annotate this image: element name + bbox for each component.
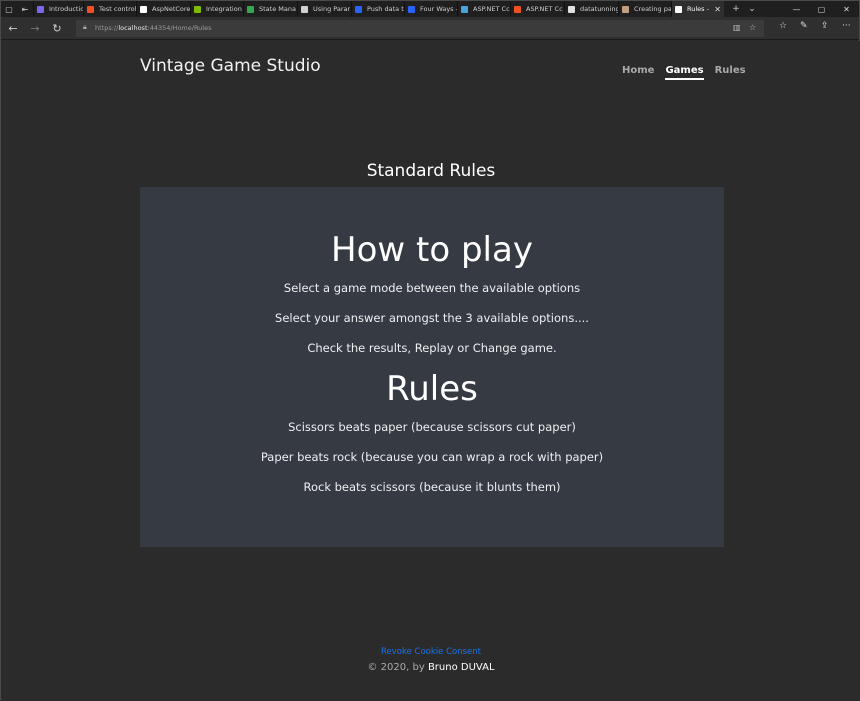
- tab-favicon-icon: [461, 5, 468, 13]
- author-name: Bruno DUVAL: [427, 662, 495, 673]
- tab-favicon-icon: [568, 5, 575, 13]
- copyright-prefix: © 2020, by: [367, 662, 425, 673]
- tab-label: ASP.NET Cc: [473, 5, 510, 13]
- tab-favicon-icon: [622, 5, 629, 13]
- site-brand[interactable]: Vintage Game Studio: [140, 56, 321, 76]
- tab-label: Integration: [206, 5, 242, 13]
- set-tabs-aside-icon[interactable]: ⇤: [17, 5, 33, 14]
- tab-label: Introductio: [49, 5, 83, 13]
- how-line-3: Check the results, Replay or Change game…: [307, 341, 557, 355]
- refresh-icon[interactable]: ↻: [47, 19, 67, 37]
- url-path: :44354/Home/Rules: [147, 24, 212, 32]
- tab-6[interactable]: Push data t: [351, 1, 404, 17]
- pen-icon[interactable]: ✎: [800, 21, 808, 31]
- tab-label: Four Ways -: [420, 5, 457, 13]
- web-page: Vintage Game Studio Home Games Rules Sta…: [2, 41, 860, 701]
- tab-4[interactable]: State Mana: [243, 1, 297, 17]
- tab-favicon-icon: [675, 5, 682, 13]
- tab-label: Using Parar: [313, 5, 351, 13]
- tab-12-active[interactable]: Rules - ✕: [671, 1, 724, 17]
- tab-label: AspNetCore: [152, 5, 190, 13]
- maximize-icon[interactable]: ▢: [809, 1, 834, 17]
- how-to-play-heading: How to play: [331, 230, 533, 270]
- tab-favicon-icon: [194, 5, 201, 13]
- tab-label: Push data t: [367, 5, 404, 13]
- tab-label: State Mana: [259, 5, 296, 13]
- copyright-text: © 2020, by Bruno DUVAL: [2, 662, 860, 673]
- rules-heading: Rules: [386, 369, 478, 409]
- tab-bar: ▢ ⇤ Introductio Test control AspNetCore …: [1, 1, 859, 17]
- rule-line-1: Scissors beats paper (because scissors c…: [288, 420, 576, 434]
- url-input[interactable]: 🔒︎ https://localhost:44354/Home/Rules ▥ …: [76, 20, 764, 37]
- tab-label: Rules -: [687, 5, 709, 13]
- lock-icon: 🔒︎: [83, 23, 87, 31]
- tab-favicon-icon: [87, 5, 94, 13]
- tab-favicon-icon: [247, 5, 254, 13]
- tabs-aside-icon[interactable]: ▢: [1, 5, 17, 14]
- address-bar: ← → ↻ 🔒︎ https://localhost:44354/Home/Ru…: [1, 17, 859, 40]
- tab-5[interactable]: Using Parar: [297, 1, 351, 17]
- minimize-icon[interactable]: —: [784, 1, 809, 17]
- rules-panel: How to play Select a game mode between t…: [140, 187, 724, 547]
- forward-icon[interactable]: →: [25, 19, 45, 37]
- nav-rules-link[interactable]: Rules: [715, 65, 746, 80]
- tab-actions: ▢ ⇤: [1, 1, 33, 17]
- tab-favicon-icon: [140, 5, 147, 13]
- tab-favicon-icon: [514, 5, 521, 13]
- tab-9[interactable]: ASP.NET Cc: [510, 1, 564, 17]
- close-window-icon[interactable]: ✕: [834, 1, 859, 17]
- tab-11[interactable]: Creating pa: [618, 1, 671, 17]
- url-scheme: https://: [95, 24, 119, 32]
- close-tab-icon[interactable]: ✕: [714, 5, 721, 14]
- tab-favicon-icon: [301, 5, 308, 13]
- section-title: Standard Rules: [366, 161, 496, 181]
- back-icon[interactable]: ←: [3, 19, 23, 37]
- share-icon[interactable]: ⇪: [821, 21, 829, 31]
- nav-games-link[interactable]: Games: [665, 65, 704, 80]
- tab-bar-actions: + ⌄: [728, 1, 760, 17]
- rule-line-3: Rock beats scissors (because it blunts t…: [303, 480, 561, 494]
- new-tab-icon[interactable]: +: [728, 4, 744, 14]
- favorites-icon[interactable]: ☆: [779, 21, 787, 31]
- tab-label: Creating pa: [634, 5, 671, 13]
- site-nav: Home Games Rules: [622, 65, 757, 80]
- tab-label: ASP.NET Cc: [526, 5, 563, 13]
- how-line-1: Select a game mode between the available…: [283, 281, 581, 295]
- page-footer: Revoke Cookie Consent © 2020, by Bruno D…: [2, 647, 860, 673]
- tab-2[interactable]: AspNetCore: [136, 1, 190, 17]
- tab-favicon-icon: [408, 5, 415, 13]
- chevron-down-icon[interactable]: ⌄: [744, 4, 760, 14]
- tab-label: datatunning: [580, 5, 618, 13]
- tab-1[interactable]: Test control: [83, 1, 136, 17]
- tab-label: Test control: [99, 5, 136, 13]
- rule-line-2: Paper beats rock (because you can wrap a…: [260, 450, 604, 464]
- tab-favicon-icon: [37, 5, 44, 13]
- url-text: https://localhost:44354/Home/Rules: [95, 24, 211, 32]
- window-controls: — ▢ ✕: [784, 1, 859, 17]
- more-icon[interactable]: ···: [842, 21, 851, 31]
- tab-7[interactable]: Four Ways -: [404, 1, 457, 17]
- url-host: localhost: [118, 24, 148, 32]
- tab-10[interactable]: datatunning: [564, 1, 618, 17]
- favorite-star-icon[interactable]: ☆: [749, 23, 756, 32]
- browser-window: ▢ ⇤ Introductio Test control AspNetCore …: [0, 0, 860, 701]
- tab-0[interactable]: Introductio: [33, 1, 83, 17]
- revoke-cookie-consent-link[interactable]: Revoke Cookie Consent: [2, 647, 860, 657]
- tab-3[interactable]: Integration: [190, 1, 243, 17]
- nav-home-link[interactable]: Home: [622, 65, 654, 80]
- tab-favicon-icon: [355, 5, 362, 13]
- reading-view-icon[interactable]: ▥: [733, 23, 741, 32]
- how-line-2: Select your answer amongst the 3 availab…: [275, 311, 589, 325]
- tab-8[interactable]: ASP.NET Cc: [457, 1, 510, 17]
